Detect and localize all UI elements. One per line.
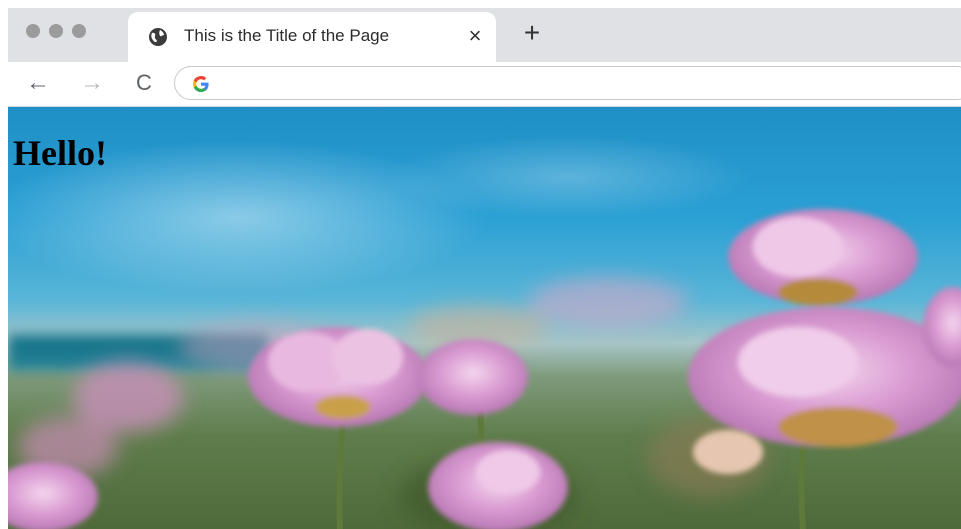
- window-controls: [26, 24, 86, 38]
- minimize-window-button[interactable]: [49, 24, 63, 38]
- globe-icon: [149, 28, 167, 46]
- tab-title: This is the Title of the Page: [184, 26, 390, 45]
- active-tab[interactable]: This is the Title of the Page ×: [128, 12, 496, 62]
- browser-toolbar: ← → C: [8, 62, 961, 107]
- browser-window: This is the Title of the Page × + ← → C: [8, 8, 961, 529]
- main-flower-center: [418, 339, 568, 529]
- close-window-button[interactable]: [26, 24, 40, 38]
- foreground-flower-left: [8, 430, 763, 529]
- tab-strip: This is the Title of the Page × +: [8, 8, 961, 62]
- maximize-window-button[interactable]: [72, 24, 86, 38]
- back-button[interactable]: ←: [24, 70, 52, 98]
- page-heading: Hello!: [13, 133, 107, 173]
- forward-button[interactable]: →: [78, 70, 106, 98]
- address-bar[interactable]: [174, 66, 961, 100]
- flowers-photo: [8, 209, 961, 529]
- close-tab-button[interactable]: ×: [462, 22, 488, 50]
- google-icon: [193, 76, 209, 92]
- main-flower-left: [248, 327, 428, 427]
- reload-button[interactable]: C: [130, 70, 158, 98]
- new-tab-button[interactable]: +: [518, 19, 546, 48]
- page-content: Hello!: [8, 107, 961, 529]
- main-flower-right: [688, 209, 961, 447]
